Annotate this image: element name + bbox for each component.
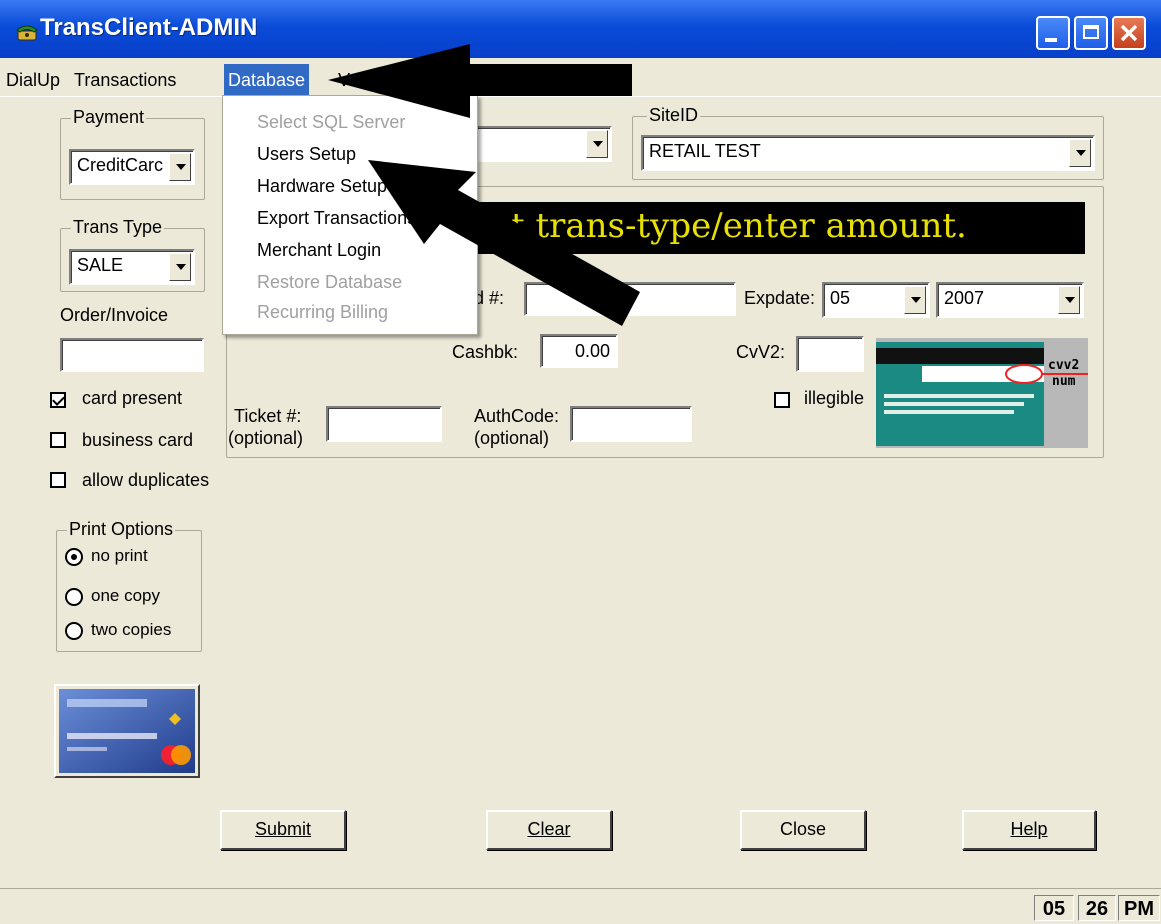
menu-item-select-sql-server[interactable]: Select SQL Server: [257, 112, 405, 133]
minimize-icon: [1045, 38, 1057, 42]
menu-item-export-transactions[interactable]: Export Transactions: [257, 208, 416, 229]
authcode-input[interactable]: [570, 406, 692, 442]
close-window-button[interactable]: [1112, 16, 1146, 50]
submit-button-label: Submit: [254, 819, 312, 839]
menu-bar: DialUp Transactions Database V: [0, 64, 1161, 97]
menu-item-merchant-login[interactable]: Merchant Login: [257, 240, 381, 261]
app-window: TransClient-ADMIN DialUp Transactions Da…: [0, 0, 1161, 924]
help-button[interactable]: Help: [962, 810, 1096, 850]
radio-no-print[interactable]: [65, 548, 83, 566]
siteid-value: RETAIL TEST: [649, 141, 761, 161]
exp-month-select[interactable]: 05: [822, 282, 930, 318]
illegible-checkbox[interactable]: [774, 392, 790, 408]
title-bar[interactable]: TransClient-ADMIN: [0, 0, 1161, 58]
allow-duplicates-checkbox[interactable]: [50, 472, 66, 488]
cvv2-example-image: cvv2 num: [876, 338, 1088, 448]
payment-legend: Payment: [71, 107, 147, 128]
exp-year-select[interactable]: 2007: [936, 282, 1084, 318]
radio-no-print-label: no print: [91, 546, 148, 565]
ticket-input[interactable]: [326, 406, 442, 442]
siteid-select[interactable]: RETAIL TEST: [641, 135, 1095, 171]
payment-value: CreditCarc: [77, 155, 164, 175]
payment-select[interactable]: CreditCarc: [69, 149, 195, 185]
siteid-legend: SiteID: [647, 105, 701, 126]
card-back-icon: [876, 342, 1088, 446]
window-title: TransClient-ADMIN: [40, 14, 258, 41]
menu-dialup[interactable]: DialUp: [2, 64, 64, 96]
trans-type-group: Trans Type SALE: [60, 217, 205, 292]
menu-transactions[interactable]: Transactions: [70, 64, 180, 96]
cvv2-caption-2: num: [1052, 374, 1076, 389]
radio-one-copy-label: one copy: [91, 586, 160, 605]
trans-type-value: SALE: [77, 255, 124, 275]
print-options-legend: Print Options: [67, 519, 176, 540]
cvv2-label: CvV2:: [736, 342, 786, 362]
menu-database[interactable]: Database: [224, 64, 310, 96]
allow-duplicates-label: allow duplicates: [82, 470, 210, 490]
trans-type-legend: Trans Type: [71, 217, 165, 238]
menu-item-recurring-billing[interactable]: Recurring Billing: [257, 302, 388, 323]
cashbk-label: Cashbk:: [452, 342, 519, 362]
credit-card-icon: [59, 689, 195, 773]
card-logo-button[interactable]: [54, 684, 200, 778]
close-button-label: Close: [779, 819, 827, 839]
clear-button-label: Clear: [527, 819, 571, 839]
authcode-label: AuthCode:: [474, 406, 560, 426]
card-present-checkbox[interactable]: [50, 392, 66, 408]
chevron-down-icon[interactable]: [169, 253, 191, 281]
status-bar: 05 26 PM: [0, 888, 1161, 924]
print-options-group: Print Options no print one copy two copi…: [56, 519, 202, 652]
menu-item-restore-database[interactable]: Restore Database: [257, 272, 402, 293]
help-button-label: Help: [1010, 819, 1048, 839]
payment-group: Payment CreditCarc: [60, 107, 205, 200]
close-button[interactable]: Close: [740, 810, 866, 850]
maximize-icon: [1083, 25, 1099, 39]
ticket-label: Ticket #:: [234, 406, 302, 426]
radio-one-copy[interactable]: [65, 588, 83, 606]
status-hour: 05: [1034, 895, 1074, 921]
cvv2-caption-1: cvv2: [1048, 358, 1080, 373]
maximize-button[interactable]: [1074, 16, 1108, 50]
chevron-down-icon[interactable]: [1058, 286, 1080, 314]
cashbk-input[interactable]: 0.00: [540, 334, 618, 368]
close-icon: [1120, 24, 1138, 42]
order-invoice-input[interactable]: [60, 338, 204, 372]
submit-button[interactable]: Submit: [220, 810, 346, 850]
business-card-checkbox[interactable]: [50, 432, 66, 448]
expdate-label: Expdate:: [744, 288, 816, 308]
cvv2-input[interactable]: [796, 336, 864, 372]
menu-view[interactable]: V: [334, 64, 354, 96]
exp-year-value: 2007: [944, 288, 985, 308]
chevron-down-icon[interactable]: [586, 130, 608, 158]
card-number-input[interactable]: [524, 282, 736, 316]
siteid-group: SiteID RETAIL TEST: [632, 105, 1104, 180]
business-card-label: business card: [82, 430, 194, 450]
menu-item-hardware-setup[interactable]: Hardware Setup: [257, 176, 387, 197]
authcode-optional-label: (optional): [474, 428, 550, 448]
card-present-label: card present: [82, 388, 183, 408]
status-minute: 26: [1078, 895, 1116, 921]
database-menu: Select SQL Server Users Setup Hardware S…: [222, 95, 478, 335]
illegible-label: illegible: [804, 388, 865, 408]
order-invoice-label: Order/Invoice: [60, 305, 169, 325]
chevron-down-icon[interactable]: [1069, 139, 1091, 167]
status-banner: t trans-type/enter amount.: [433, 202, 1085, 254]
phone-icon: [16, 25, 38, 41]
trans-type-select[interactable]: SALE: [69, 249, 195, 285]
exp-month-value: 05: [830, 288, 851, 308]
chevron-down-icon[interactable]: [904, 286, 926, 314]
ticket-optional-label: (optional): [228, 428, 304, 448]
clear-button[interactable]: Clear: [486, 810, 612, 850]
banner-text: t trans-type/enter amount.: [511, 206, 967, 246]
menu-item-users-setup[interactable]: Users Setup: [257, 144, 356, 165]
radio-two-copies-label: two copies: [91, 620, 172, 639]
radio-two-copies[interactable]: [65, 622, 83, 640]
minimize-button[interactable]: [1036, 16, 1070, 50]
status-ampm: PM: [1118, 895, 1160, 921]
chevron-down-icon[interactable]: [169, 153, 191, 181]
